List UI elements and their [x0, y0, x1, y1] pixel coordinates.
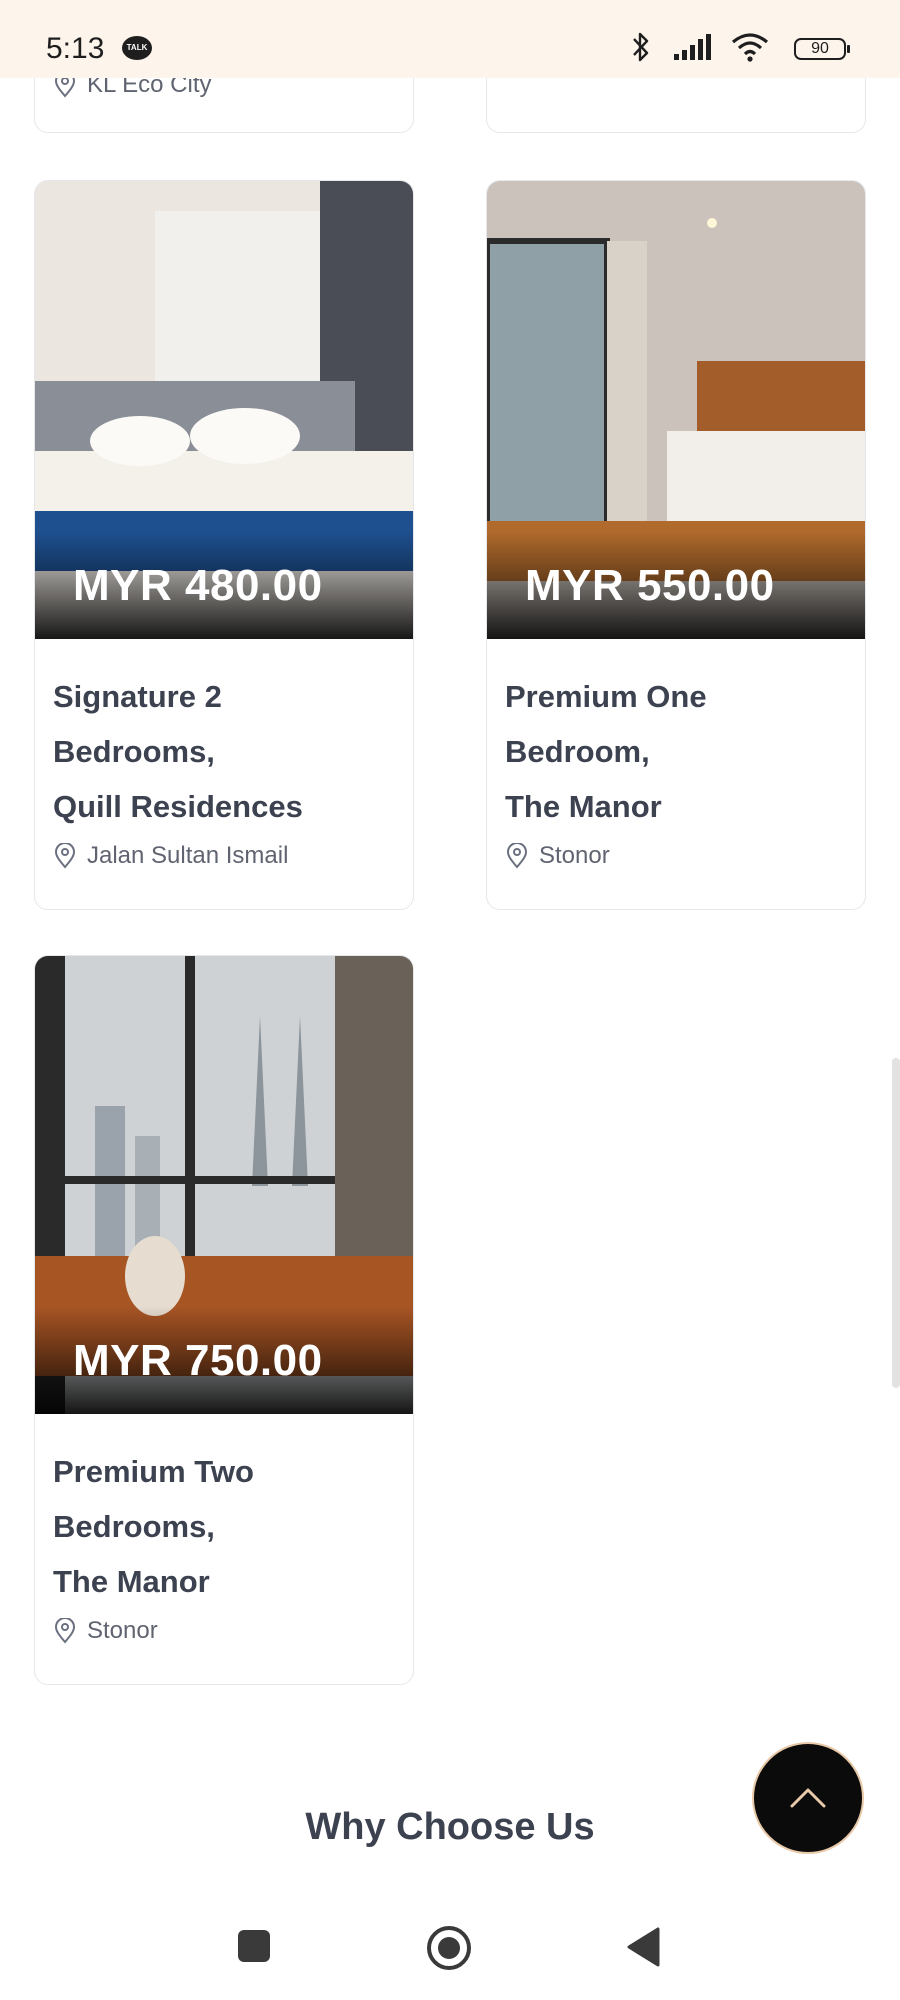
listing-title[interactable]: Premium One Bedroom, The Manor — [505, 669, 847, 834]
signal-icon — [674, 34, 711, 60]
listing-image: MYR 480.00 — [35, 181, 413, 639]
back-icon[interactable] — [626, 1927, 662, 1967]
listing-title[interactable]: Premium Two Bedrooms, The Manor — [53, 1444, 395, 1609]
card-location: Stonor — [505, 842, 847, 870]
bluetooth-icon — [633, 32, 649, 62]
scrollbar[interactable] — [892, 1058, 900, 1388]
card-location-text: Stonor — [539, 842, 610, 869]
chevron-up-icon — [790, 1788, 826, 1808]
recent-apps-icon[interactable] — [236, 1928, 272, 1964]
home-icon[interactable] — [426, 1925, 472, 1971]
talk-notification-icon: TALK — [122, 36, 152, 60]
wifi-icon — [731, 33, 769, 62]
card-location-text: Stonor — [87, 1617, 158, 1644]
status-bar: 5:13 TALK 90 — [0, 0, 900, 78]
listing-price: MYR 480.00 — [73, 561, 323, 610]
location-pin-icon — [506, 843, 528, 869]
listing-price: MYR 550.00 — [525, 561, 775, 610]
location-pin-icon — [54, 1618, 76, 1644]
listing-image: MYR 550.00 — [487, 181, 865, 639]
listing-card[interactable]: MYR 550.00 Premium One Bedroom, The Mano… — [486, 180, 866, 910]
listing-price: MYR 750.00 — [73, 1336, 323, 1385]
listing-card[interactable]: MYR 750.00 Premium Two Bedrooms, The Man… — [34, 955, 414, 1685]
listing-title[interactable]: Signature 2 Bedrooms, Quill Residences — [53, 669, 395, 834]
listing-card[interactable]: MYR 480.00 Signature 2 Bedrooms, Quill R… — [34, 180, 414, 910]
navigation-bar — [0, 1900, 900, 2000]
location-pin-icon — [54, 843, 76, 869]
card-location-text: Jalan Sultan Ismail — [87, 842, 289, 869]
card-location: Stonor — [53, 1617, 395, 1645]
scroll-to-top-button[interactable] — [752, 1742, 864, 1854]
battery-icon: 90 — [794, 38, 850, 60]
listing-image: MYR 750.00 — [35, 956, 413, 1414]
card-location: Jalan Sultan Ismail — [53, 842, 395, 870]
status-time: 5:13 — [46, 32, 105, 65]
